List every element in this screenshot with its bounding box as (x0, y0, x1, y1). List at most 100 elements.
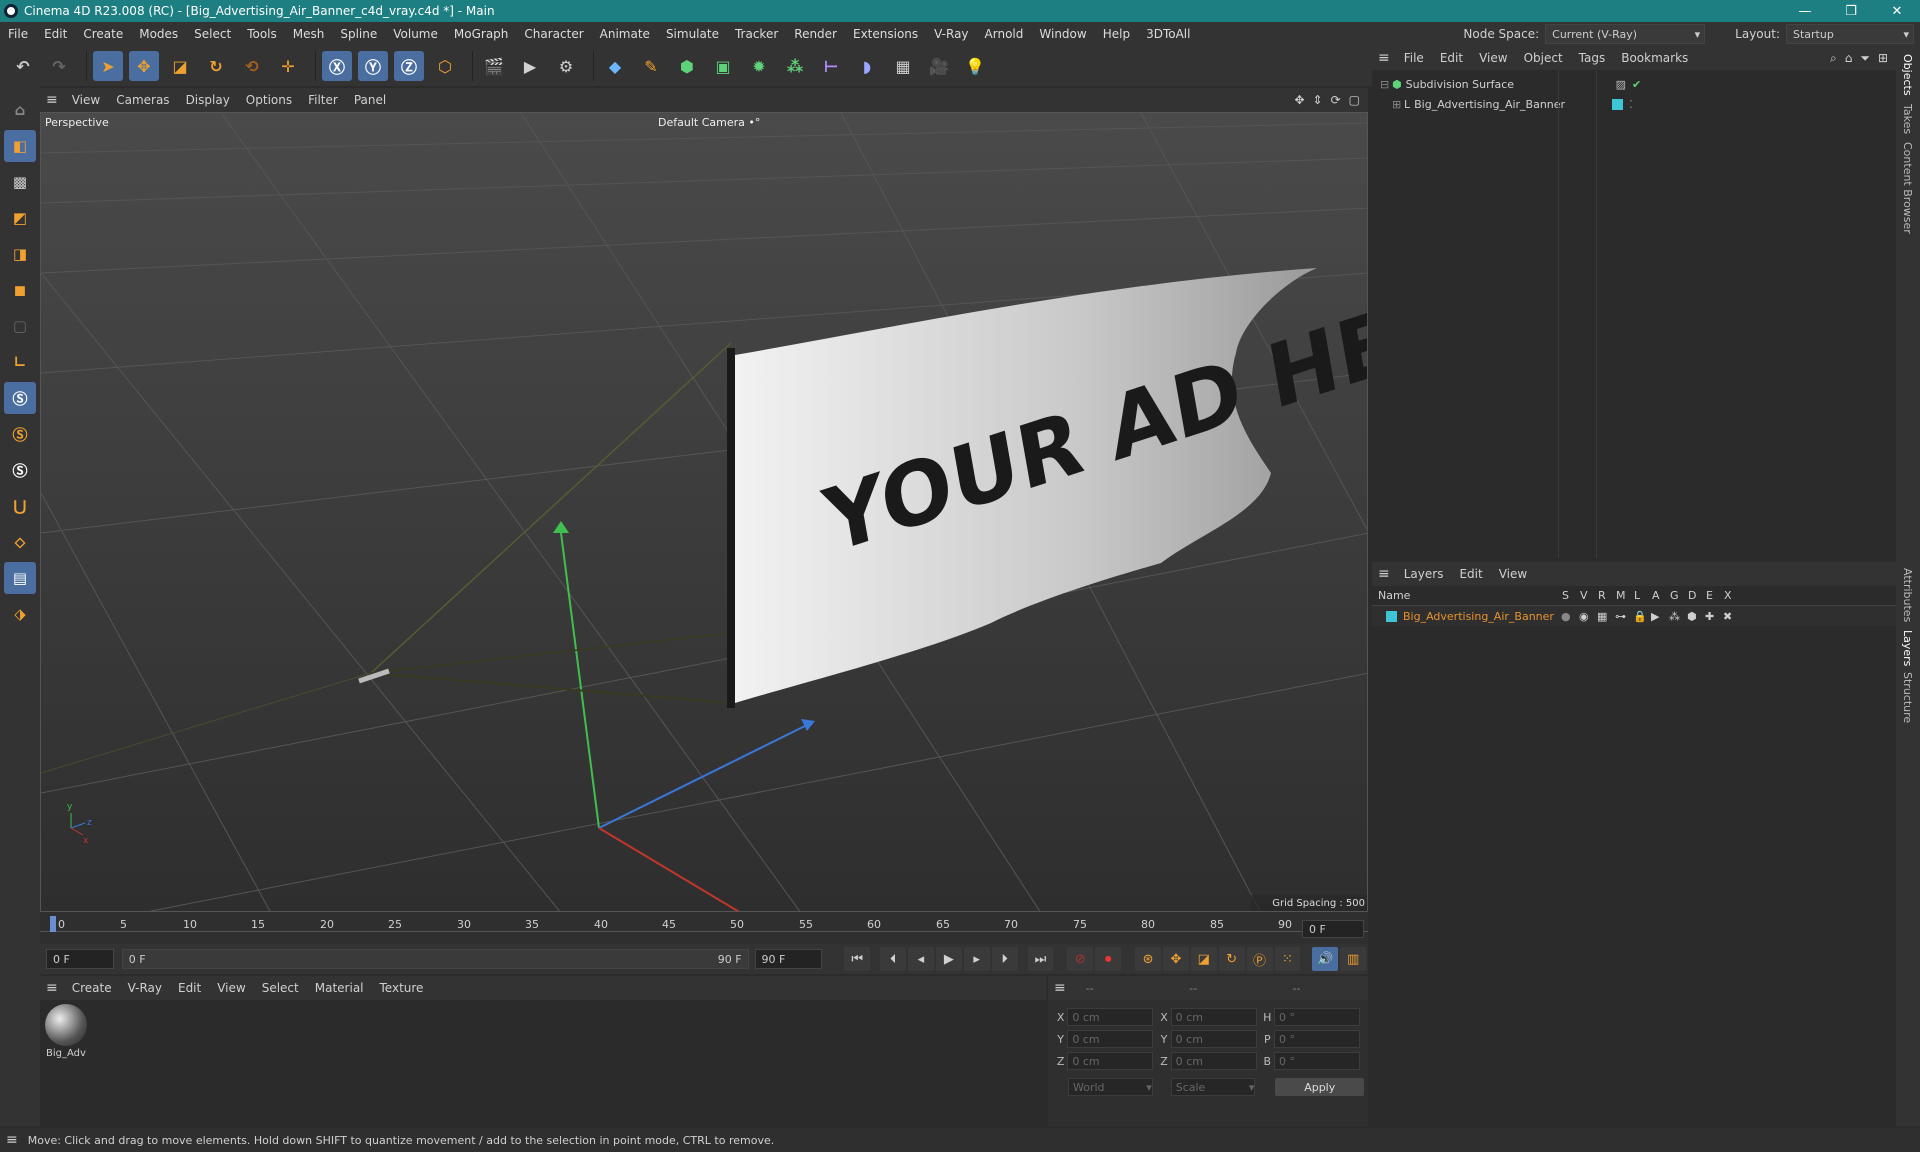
viewport-menu-panel[interactable]: Panel (346, 93, 394, 107)
xref-icon[interactable]: ✖ (1723, 610, 1741, 623)
key-selection-icon[interactable]: ⊛ (1135, 947, 1161, 971)
rotate-tool-icon[interactable]: ↻ (201, 51, 231, 81)
rotation-p-field[interactable]: 0 ° (1273, 1030, 1360, 1048)
material-swatch[interactable]: Big_Adv (44, 1004, 88, 1060)
visibility-toggle-icon[interactable]: ▨ (1616, 78, 1626, 91)
dolly-icon[interactable]: ⇕ (1313, 93, 1323, 107)
filter-icon[interactable]: ⏷ (1860, 51, 1870, 66)
pen-spline-icon[interactable]: ✎ (636, 51, 666, 81)
tab-structure[interactable]: Structure (1901, 672, 1914, 723)
field-icon[interactable]: ◗ (852, 51, 882, 81)
menu-arnold[interactable]: Arnold (977, 27, 1032, 41)
render-icon[interactable]: ▦ (1597, 610, 1615, 623)
layer-row[interactable]: Big_Advertising_Air_Banner ● ◉ ▦ ⊶ 🔒 ▶ ⁂… (1372, 606, 1896, 626)
expand-icon[interactable]: ⊟ (1380, 78, 1392, 91)
render-view-icon[interactable]: 🎬 (479, 51, 509, 81)
magnet-icon[interactable]: ⋃ (4, 490, 36, 522)
deformers-icon[interactable]: ⬢ (1687, 610, 1705, 623)
timeline-window-icon[interactable]: ▥ (1340, 947, 1367, 971)
menu-tracker[interactable]: Tracker (727, 27, 786, 41)
menu-volume[interactable]: Volume (385, 27, 446, 41)
undo-icon[interactable]: ↶ (8, 51, 38, 81)
grid-icon[interactable]: ▤ (4, 562, 36, 594)
close-icon[interactable]: ✕ (1874, 0, 1920, 22)
generators-icon[interactable]: ⁂ (1669, 610, 1687, 623)
points-mode-icon[interactable]: ◩ (4, 202, 36, 234)
hamburger-icon[interactable]: ≡ (6, 1132, 18, 1148)
snap-settings-icon[interactable]: Ⓢ (4, 418, 36, 450)
maximize-view-icon[interactable]: ▢ (1349, 93, 1360, 107)
viewport-menu-cameras[interactable]: Cameras (108, 93, 177, 107)
previous-key-icon[interactable]: ⏴ (880, 947, 906, 971)
size-z-field[interactable]: 0 cm (1170, 1052, 1257, 1070)
object-menu-view[interactable]: View (1471, 51, 1515, 65)
hamburger-icon[interactable]: ≡ (46, 92, 58, 108)
deformer-icon[interactable]: ⊢ (816, 51, 846, 81)
frame-range-slider[interactable]: 0 F 90 F (121, 949, 749, 969)
menu-simulate[interactable]: Simulate (658, 27, 727, 41)
new-view-icon[interactable]: ⊞ (1878, 51, 1888, 65)
polygons-mode-icon[interactable]: ◼ (4, 274, 36, 306)
snap-icon[interactable]: Ⓢ (4, 382, 36, 414)
object-menu-tags[interactable]: Tags (1571, 51, 1614, 65)
subdivision-icon[interactable]: ⬢ (672, 51, 702, 81)
go-to-end-icon[interactable]: ⏭ (1027, 947, 1054, 971)
light-icon[interactable]: 💡 (960, 51, 990, 81)
rotation-h-field[interactable]: 0 ° (1273, 1008, 1360, 1026)
object-row-banner[interactable]: ⊞ L Big_Advertising_Air_Banner ⁚ (1372, 94, 1896, 114)
position-z-field[interactable]: 0 cm (1067, 1052, 1154, 1070)
coord-space-select[interactable]: World ▾ (1068, 1078, 1153, 1096)
sound-icon[interactable]: 🔊 (1312, 947, 1339, 971)
axis-mode-icon[interactable]: ∟ (4, 346, 36, 378)
tab-takes[interactable]: Takes (1901, 104, 1914, 134)
menu-create[interactable]: Create (75, 27, 131, 41)
hamburger-icon[interactable]: ≡ (1378, 566, 1390, 582)
cloner-icon[interactable]: ✹ (744, 51, 774, 81)
layer-color-icon[interactable] (1612, 98, 1624, 110)
rotation-b-field[interactable]: 0 ° (1273, 1052, 1360, 1070)
next-key-icon[interactable]: ⏵ (991, 947, 1018, 971)
restore-icon[interactable]: ❐ (1828, 0, 1874, 22)
key-position-icon[interactable]: ✥ (1163, 947, 1189, 971)
object-menu-file[interactable]: File (1396, 51, 1432, 65)
minimize-icon[interactable]: — (1782, 0, 1828, 22)
layer-menu-view[interactable]: View (1491, 567, 1535, 581)
floor-icon[interactable]: ▦ (888, 51, 918, 81)
uv-mode-icon[interactable]: ▢ (4, 310, 36, 342)
key-pla-icon[interactable]: ⁙ (1274, 947, 1301, 971)
menu-extensions[interactable]: Extensions (845, 27, 926, 41)
expand-icon[interactable]: ⊞ (1392, 98, 1404, 111)
end-frame-field[interactable]: 90 F (754, 949, 823, 969)
y-axis-icon[interactable]: Ⓨ (358, 51, 388, 81)
animation-icon[interactable]: ▶ (1651, 610, 1669, 623)
solo-icon[interactable]: ● (1561, 610, 1579, 623)
menu-mograph[interactable]: MoGraph (446, 27, 517, 41)
x-axis-icon[interactable]: Ⓧ (322, 51, 352, 81)
layout-select[interactable]: Startup ▾ (1786, 24, 1914, 44)
render-settings-icon[interactable]: ⚙ (551, 51, 581, 81)
camera-label[interactable]: Default Camera •° (658, 116, 760, 129)
scale-tool-icon[interactable]: ◪ (165, 51, 195, 81)
material-menu-material[interactable]: Material (307, 981, 372, 995)
record-keys-icon[interactable]: ⊘ (1067, 947, 1094, 971)
object-row-subdivision[interactable]: ⊟ ⬢ Subdivision Surface ▨ ✔ (1372, 74, 1896, 94)
select-tool-icon[interactable]: ➤ (93, 51, 123, 81)
object-menu-object[interactable]: Object (1516, 51, 1571, 65)
render-picture-viewer-icon[interactable]: ▶ (515, 51, 545, 81)
lock-icon[interactable]: 🔒 (1633, 610, 1651, 623)
material-menu-vray[interactable]: V-Ray (120, 981, 170, 995)
next-frame-icon[interactable]: ▸ (963, 947, 990, 971)
material-menu-texture[interactable]: Texture (372, 981, 432, 995)
coordinate-system-icon[interactable]: ⬡ (430, 51, 460, 81)
orbit-icon[interactable]: ⟳ (1331, 93, 1341, 107)
viewport-menu-filter[interactable]: Filter (300, 93, 346, 107)
node-space-select[interactable]: Current (V-Ray) ▾ (1545, 24, 1706, 44)
menu-3dtoall[interactable]: 3DToAll (1138, 27, 1198, 41)
locked-workplane-icon[interactable]: ⬗ (4, 598, 36, 630)
model-mode-icon[interactable]: ◧ (4, 130, 36, 162)
enabled-check-icon[interactable]: ✔ (1632, 78, 1641, 91)
size-y-field[interactable]: 0 cm (1170, 1030, 1257, 1048)
workplane-icon[interactable]: ⬦ (4, 526, 36, 558)
redo-icon[interactable]: ↷ (44, 51, 74, 81)
3d-viewport[interactable]: YOUR AD HERE yzx Perspective Default Cam… (40, 112, 1368, 912)
